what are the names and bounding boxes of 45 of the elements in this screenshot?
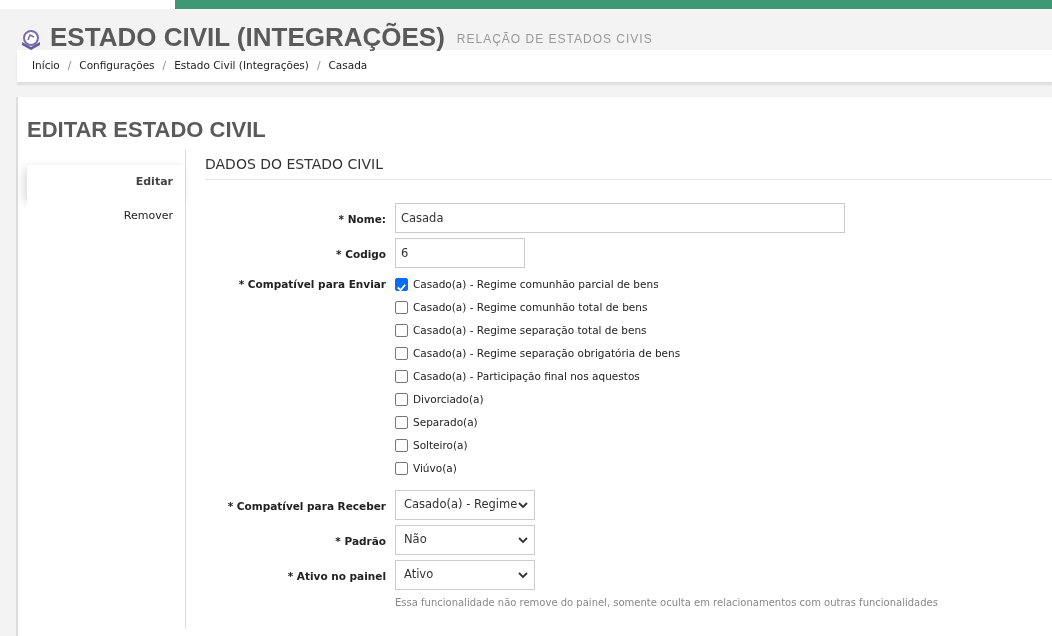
dropdown[interactable]: Não bbox=[395, 525, 535, 555]
checkbox[interactable] bbox=[395, 347, 408, 360]
side-tab[interactable]: Editar bbox=[27, 165, 185, 199]
checkbox[interactable] bbox=[395, 462, 408, 475]
checkbox-label: Casado(a) - Regime separação obrigatória de bens bbox=[413, 345, 681, 361]
field-label: * Ativo no painel bbox=[286, 569, 386, 584]
panel-title: EDITAR ESTADO CIVIL bbox=[27, 117, 266, 142]
field-label: * Codigo bbox=[335, 247, 386, 262]
checkbox-label: Solteiro(a) bbox=[413, 437, 468, 453]
chevron-down-icon bbox=[518, 536, 528, 544]
checkbox-label: Separado(a) bbox=[413, 414, 478, 430]
breadcrumb-link[interactable]: Início bbox=[32, 58, 60, 74]
chevron-down-icon bbox=[518, 571, 528, 579]
field-label: * Padrão bbox=[334, 534, 386, 549]
section-title: DADOS DO ESTADO CIVIL bbox=[205, 149, 1052, 180]
checkbox-label: Casado(a) - Regime comunhão parcial de bens bbox=[413, 276, 659, 292]
checkbox-label: Divorciado(a) bbox=[413, 391, 484, 407]
breadcrumb-current: Casada bbox=[328, 58, 368, 74]
checkbox-label: Casado(a) - Regime comunhão total de bens bbox=[413, 299, 648, 315]
input-field[interactable]: Casada bbox=[395, 203, 845, 233]
checkbox-label: Viúvo(a) bbox=[413, 460, 457, 476]
field-label: * Compatível para Enviar bbox=[237, 277, 386, 292]
checkbox[interactable] bbox=[395, 393, 408, 406]
breadcrumb-link[interactable]: Estado Civil (Integrações) bbox=[174, 58, 309, 74]
dropdown[interactable]: Ativo bbox=[395, 560, 535, 590]
page-subtitle: RELAÇÃO DE ESTADOS CIVIS bbox=[456, 31, 653, 48]
chevron-down-icon bbox=[518, 501, 528, 509]
breadcrumb-separator: / bbox=[67, 58, 72, 74]
field-label: * Compatível para Receber bbox=[226, 499, 386, 514]
checkbox-label: Casado(a) - Regime separação total de bens bbox=[413, 322, 647, 338]
dropdown[interactable]: Casado(a) - Regime bbox=[395, 490, 535, 520]
checkbox-label: Casado(a) - Participação final nos aquestos bbox=[413, 368, 640, 384]
breadcrumb-separator: / bbox=[316, 58, 321, 74]
checkbox[interactable] bbox=[395, 416, 408, 429]
help-text: Essa funcionalidade não remove do painel, somente oculta em relacionamentos com outras funcionalidades bbox=[395, 596, 939, 610]
breadcrumb-link[interactable]: Configurações bbox=[79, 58, 155, 74]
breadcrumb-separator: / bbox=[162, 58, 167, 74]
page-title: ESTADO CIVIL (INTEGRAÇÕES) bbox=[50, 24, 445, 50]
checkbox[interactable] bbox=[395, 324, 408, 337]
input-field[interactable]: 6 bbox=[395, 238, 525, 268]
checkbox[interactable] bbox=[395, 370, 408, 383]
checkbox[interactable] bbox=[395, 439, 408, 452]
checkbox[interactable] bbox=[395, 278, 408, 291]
checkbox[interactable] bbox=[395, 301, 408, 314]
field-label: * Nome: bbox=[337, 212, 386, 227]
